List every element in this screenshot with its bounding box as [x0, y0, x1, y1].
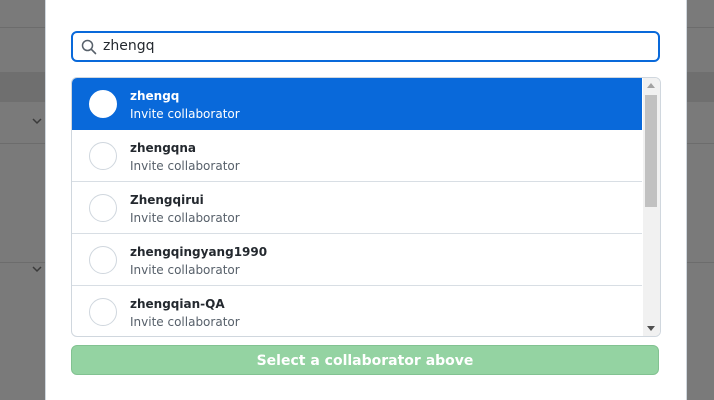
collaborator-results-list[interactable]: zhengq Invite collaborator zhengqna Invi… — [71, 77, 661, 337]
invite-label: Invite collaborator — [130, 211, 240, 225]
scrollbar-thumb[interactable] — [645, 95, 657, 207]
invite-label: Invite collaborator — [130, 159, 240, 173]
list-item[interactable]: Zhengqirui Invite collaborator — [72, 182, 642, 234]
invite-label: Invite collaborator — [130, 263, 240, 277]
search-field[interactable] — [71, 31, 660, 62]
chevron-down-icon — [32, 118, 42, 125]
collaborator-name: zhengqingyang1990 — [130, 245, 268, 259]
avatar — [89, 298, 117, 326]
chevron-down-icon — [32, 266, 42, 273]
avatar — [89, 142, 117, 170]
avatar — [89, 194, 117, 222]
list-item[interactable]: zhengqingyang1990 Invite collaborator — [72, 234, 642, 286]
collaborator-name: zhengqian-QA — [130, 297, 225, 311]
add-collaborator-dialog: zhengq Invite collaborator zhengqna Invi… — [45, 0, 687, 400]
search-input[interactable] — [103, 35, 643, 57]
scroll-up-arrow-icon[interactable] — [647, 83, 655, 88]
collaborator-name: zhengq — [130, 89, 180, 103]
avatar — [89, 90, 117, 118]
select-collaborator-button[interactable]: Select a collaborator above — [71, 345, 659, 375]
search-icon — [81, 39, 97, 55]
invite-label: Invite collaborator — [130, 315, 240, 329]
list-item[interactable]: zhengqian-QA Invite collaborator — [72, 286, 642, 336]
results-scrollbar[interactable] — [643, 78, 660, 336]
invite-label: Invite collaborator — [130, 107, 240, 121]
list-item[interactable]: zhengqna Invite collaborator — [72, 130, 642, 182]
collaborator-name: zhengqna — [130, 141, 197, 155]
avatar — [89, 246, 117, 274]
scroll-down-arrow-icon[interactable] — [647, 326, 655, 331]
list-item[interactable]: zhengq Invite collaborator — [72, 78, 642, 130]
results-items: zhengq Invite collaborator zhengqna Invi… — [72, 78, 642, 336]
collaborator-name: Zhengqirui — [130, 193, 204, 207]
